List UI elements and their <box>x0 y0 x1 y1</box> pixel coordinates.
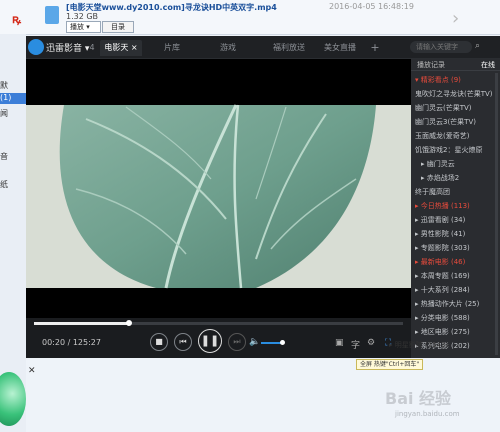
tab-history[interactable]: 播放记录 <box>417 60 445 70</box>
list-item[interactable]: 终于魔高团 <box>415 187 450 197</box>
app-logo-icon: ꝶ <box>12 12 22 26</box>
list-item[interactable]: ▸ 十大系列 (284) <box>415 285 470 295</box>
tab-live[interactable]: 美女直播 <box>318 40 362 56</box>
player-logo-icon[interactable] <box>28 39 44 55</box>
fullscreen-tooltip: 全屏 热键"Ctrl+回车" <box>356 359 424 370</box>
tab-games[interactable]: 游戏 <box>208 40 248 56</box>
volume-handle[interactable] <box>280 340 285 345</box>
previous-icon: ⏮ <box>179 337 187 346</box>
list-item[interactable]: ▸ 明星影院 (1543) <box>389 340 448 350</box>
stop-icon: ■ <box>155 337 163 346</box>
pause-button[interactable]: ❚❚ <box>198 329 222 353</box>
baidu-watermark-url: jingyan.baidu.com <box>395 410 460 418</box>
settings-icon[interactable]: ⚙ <box>367 338 375 348</box>
list-item[interactable]: ▸ 男性影院 (41) <box>415 229 465 239</box>
subtitle-icon[interactable]: 字 <box>351 338 360 351</box>
time-display: 00:20 / 125:27 <box>42 338 101 347</box>
list-item[interactable]: 饥饿游戏2：星火燎原 <box>415 145 482 155</box>
chevron-right-icon[interactable]: › <box>452 8 459 29</box>
player-controls: 00:20 / 125:27 ■ ⏮ ❚❚ ⏭ 🔈 ▣ 字 ⚙ ⛶ <box>26 318 411 358</box>
list-item[interactable]: ▸ 本周专题 (169) <box>415 271 470 281</box>
list-item[interactable]: ▸ 今日热播 (113) <box>415 201 470 211</box>
search-input[interactable]: 请输入关键字 <box>410 41 472 53</box>
download-file-size: 1.32 GB <box>66 12 99 21</box>
next-button[interactable]: ⏭ <box>228 333 246 351</box>
sidebar-item[interactable]: 音 <box>0 151 8 162</box>
video-frame[interactable] <box>26 59 411 318</box>
list-item[interactable]: ▸ 分类电影 (588) <box>415 313 470 323</box>
video-player-window: 迅雷影音 ▾ 4 电影天 × 片库 游戏 福利放送 美女直播 + 请输入关键字 … <box>26 36 500 358</box>
sidebar-item[interactable]: 纸 <box>0 179 8 190</box>
playlist-scrollbar[interactable] <box>495 73 498 355</box>
add-tab-button[interactable]: + <box>366 40 384 56</box>
close-icon[interactable]: ✕ <box>28 366 36 376</box>
list-item[interactable]: ▸ 最新电影 (46) <box>415 257 465 267</box>
tab-library[interactable]: 片库 <box>152 40 192 56</box>
list-item[interactable]: 幽门灵云3(芒果TV) <box>415 117 476 127</box>
sidebar-item-selected[interactable]: (1) <box>0 93 26 104</box>
screen-icon[interactable]: ▣ <box>335 338 344 348</box>
list-item[interactable]: ▾ 精彩看点 (9) <box>415 75 461 85</box>
stop-button[interactable]: ■ <box>150 333 168 351</box>
list-item[interactable]: ▸ 迅雷看剧 (34) <box>415 215 465 225</box>
open-directory-button[interactable]: 目录 <box>102 21 134 33</box>
previous-button[interactable]: ⏮ <box>174 333 192 351</box>
tab-number[interactable]: 4 <box>86 40 98 56</box>
playlist-tabs: 播放记录 在线 <box>411 59 500 71</box>
list-item[interactable]: ▸ 赤焰战场2 <box>421 173 459 183</box>
progress-handle[interactable] <box>126 320 132 326</box>
player-title-bar: 迅雷影音 ▾ 4 电影天 × 片库 游戏 福利放送 美女直播 + 请输入关键字 … <box>26 36 500 59</box>
search-icon[interactable]: ⌕ <box>475 41 480 51</box>
volume-icon[interactable]: 🔈 <box>249 337 260 347</box>
list-item[interactable]: ▸ 幽门灵云 <box>421 159 455 169</box>
player-app-name[interactable]: 迅雷影音 ▾ <box>46 41 89 54</box>
list-item[interactable]: ▸ 专题影院 (303) <box>415 243 470 253</box>
list-item[interactable]: 玉面威龙(爱奇艺) <box>415 131 469 141</box>
video-file-icon <box>45 6 59 24</box>
sidebar-item[interactable]: 默 <box>0 80 8 91</box>
close-tab-icon[interactable]: × <box>131 43 138 52</box>
progress-bar[interactable] <box>34 320 403 326</box>
tab-online[interactable]: 在线 <box>481 60 495 70</box>
pause-icon: ❚❚ <box>200 334 220 347</box>
progress-fill <box>34 322 129 325</box>
video-content-image <box>26 104 411 289</box>
list-item[interactable]: ▸ 地区电影 (275) <box>415 327 470 337</box>
play-dropdown-button[interactable]: 播放 ▾ <box>66 21 101 33</box>
baidu-watermark: Bai 经验 <box>385 389 452 408</box>
playlist-panel: 播放记录 在线 ▾ 精彩看点 (9) 鬼吹灯之寻龙诀(芒果TV) 幽门灵云(芒果… <box>411 59 500 358</box>
tab-welfare[interactable]: 福利放送 <box>264 40 314 56</box>
next-icon: ⏭ <box>233 337 241 346</box>
tab-current-movie[interactable]: 电影天 × <box>100 40 142 56</box>
list-item[interactable]: ▸ 热播动作大片 (25) <box>415 299 479 309</box>
list-item[interactable]: 鬼吹灯之寻龙诀(芒果TV) <box>415 89 493 99</box>
download-date: 2016-04-05 16:48:19 <box>329 2 414 11</box>
list-item[interactable]: 幽门灵云(芒果TV) <box>415 103 472 113</box>
sidebar-item[interactable]: 闻 <box>0 108 8 119</box>
